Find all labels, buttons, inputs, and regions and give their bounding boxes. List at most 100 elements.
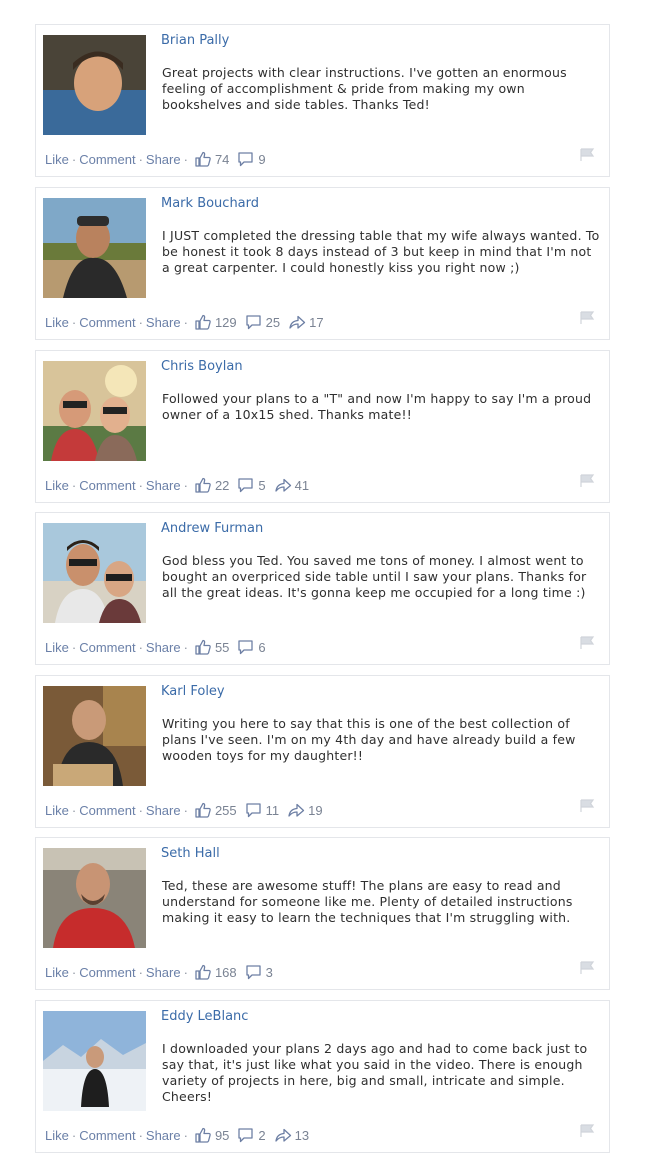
like-link[interactable]: Like [45,640,69,655]
separator: · [71,477,77,493]
separator: · [71,639,77,655]
comment-link[interactable]: Comment [79,803,135,818]
flag-icon[interactable] [579,474,595,488]
share-stat[interactable]: 17 [288,314,328,330]
comment-stat[interactable]: 3 [245,964,278,980]
separator: · [183,964,188,980]
share-stat[interactable]: 19 [287,802,327,818]
comment-text: Ted, these are awesome stuff! The plans … [162,878,573,925]
comment-count: 5 [258,477,266,493]
avatar[interactable] [43,35,146,135]
comment-card: Eddy LeBlanc I downloaded your plans 2 d… [35,1000,610,1153]
share-link[interactable]: Share [146,478,181,493]
comment-count: 3 [265,964,273,980]
comment-stat[interactable]: 9 [237,151,270,167]
comment-text: I JUST completed the dressing table that… [162,228,600,275]
flag-icon[interactable] [579,636,595,650]
comment-stat[interactable]: 25 [245,314,285,330]
comment-card: Brian Pally Great projects with clear in… [35,24,610,177]
like-stat[interactable]: 168 [194,964,242,980]
share-stat[interactable]: 13 [274,1127,314,1143]
avatar[interactable] [43,686,146,786]
comment-icon [238,640,254,655]
like-link[interactable]: Like [45,315,69,330]
comment-stat[interactable]: 11 [245,802,285,818]
share-stat[interactable]: 41 [274,477,314,493]
like-link[interactable]: Like [45,965,69,980]
share-link[interactable]: Share [146,803,181,818]
share-count: 17 [309,314,324,330]
like-stat[interactable]: 74 [194,151,234,167]
share-link[interactable]: Share [146,315,181,330]
comment-stat[interactable]: 5 [237,477,270,493]
comment-stat[interactable]: 2 [237,1127,270,1143]
share-link[interactable]: Share [146,1128,181,1143]
separator: · [138,639,143,655]
like-link[interactable]: Like [45,1128,69,1143]
flag-icon[interactable] [579,148,595,162]
separator: · [183,314,188,330]
comment-icon [246,315,261,330]
like-link[interactable]: Like [45,478,69,493]
author-name[interactable]: Mark Bouchard [161,196,259,211]
flag-icon[interactable] [579,1124,595,1138]
action-bar: Like · Comment · Share · 74 9 [45,151,271,167]
comment-link[interactable]: Comment [79,152,135,167]
separator: · [183,151,188,167]
separator: · [71,964,77,980]
avatar[interactable] [43,848,146,948]
separator: · [138,802,143,818]
like-stat[interactable]: 55 [194,639,234,655]
comment-link[interactable]: Comment [79,640,135,655]
share-link[interactable]: Share [146,640,181,655]
avatar[interactable] [43,361,146,461]
comment-link[interactable]: Comment [79,315,135,330]
thumbs-up-icon [195,964,211,980]
author-name[interactable]: Andrew Furman [161,521,263,536]
like-stat[interactable]: 255 [194,802,242,818]
avatar[interactable] [43,523,146,623]
avatar[interactable] [43,198,146,298]
like-stat[interactable]: 95 [194,1127,234,1143]
comment-text: I downloaded your plans 2 days ago and h… [162,1041,588,1104]
action-bar: Like · Comment · Share · 168 3 [45,964,278,980]
thumbs-up-icon [195,639,211,655]
comment-link[interactable]: Comment [79,965,135,980]
comment-card: Seth Hall Ted, these are awesome stuff! … [35,837,610,990]
flag-icon[interactable] [579,961,595,975]
like-count: 74 [214,151,230,167]
separator: · [138,1127,143,1143]
like-count: 55 [214,639,230,655]
like-stat[interactable]: 129 [194,314,242,330]
action-bar: Like · Comment · Share · 22 5 41 [45,477,314,493]
like-link[interactable]: Like [45,152,69,167]
like-stat[interactable]: 22 [194,477,234,493]
flag-icon[interactable] [579,311,595,325]
comment-count: 9 [258,151,266,167]
author-name[interactable]: Brian Pally [161,33,229,48]
separator: · [71,314,77,330]
share-link[interactable]: Share [146,152,181,167]
comment-link[interactable]: Comment [79,478,135,493]
separator: · [183,802,188,818]
comment-icon [238,1128,254,1143]
flag-icon[interactable] [579,799,595,813]
comment-card: Andrew Furman God bless you Ted. You sav… [35,512,610,665]
share-icon [289,315,306,329]
author-name[interactable]: Karl Foley [161,684,225,699]
author-name[interactable]: Chris Boylan [161,359,243,374]
author-name[interactable]: Seth Hall [161,846,220,861]
like-link[interactable]: Like [45,803,69,818]
share-link[interactable]: Share [146,965,181,980]
avatar[interactable] [43,1011,146,1111]
comment-icon [238,152,254,167]
author-name[interactable]: Eddy LeBlanc [161,1009,248,1024]
comment-stat[interactable]: 6 [237,639,270,655]
share-icon [275,478,291,492]
separator: · [138,151,143,167]
thumbs-up-icon [195,151,211,167]
comment-count: 25 [265,314,281,330]
comment-link[interactable]: Comment [79,1128,135,1143]
thumbs-up-icon [195,314,211,330]
share-count: 19 [308,802,323,818]
